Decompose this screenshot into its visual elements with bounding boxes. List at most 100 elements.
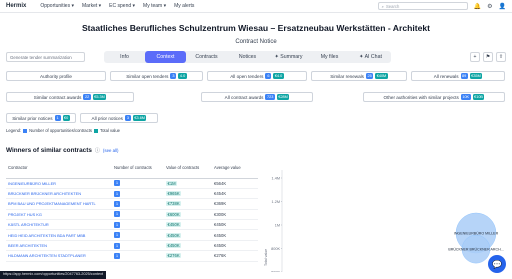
- column-header-average[interactable]: Average value: [212, 164, 258, 179]
- contractor-name-link[interactable]: BEER ARCHITEKTEN: [6, 240, 112, 252]
- similar-contract-awards-button[interactable]: Similar contract awards 22 €5.3M: [6, 92, 134, 102]
- all-prior-notices-button[interactable]: All prior notices 3 €3.6M: [80, 113, 158, 123]
- contractor-name-link[interactable]: HEID HEID ARCHITEKTEN BDA PART MBB: [6, 229, 112, 241]
- count-badge: 1: [114, 190, 120, 197]
- count-badge: 1: [114, 221, 120, 228]
- see-all-link[interactable]: (see all): [103, 148, 119, 153]
- contract-count: 1: [112, 188, 164, 200]
- all-contract-awards-button[interactable]: All contract awards 723 €28M: [201, 92, 313, 102]
- button-label: Authority profile: [40, 73, 72, 79]
- table-row[interactable]: HEID HEID ARCHITEKTEN BDA PART MBB 1 €450K…: [6, 229, 258, 241]
- contract-count: 1: [112, 209, 164, 221]
- contract-count: 1: [112, 250, 164, 262]
- contractor-name-link[interactable]: BRÜCKNER BRÜCKNER ARCHITEKTEN: [6, 188, 112, 200]
- contractor-name-link[interactable]: INGENIEURBÜRO MILLER: [6, 178, 112, 189]
- table-row[interactable]: KÄSTL ARCHITEKTUR 1 €450K €450K: [6, 219, 258, 231]
- tab-summary[interactable]: ✦ Summary: [268, 51, 309, 63]
- contract-count: 1: [112, 229, 164, 241]
- table-row[interactable]: BRÜCKNER BRÜCKNER ARCHITEKTEN 1 €965K €454K: [6, 188, 258, 200]
- value-badge: €0: [62, 115, 70, 121]
- chat-bubble-icon[interactable]: 💬: [488, 255, 506, 273]
- button-label: Similar contract awards: [33, 94, 82, 100]
- tab-info[interactable]: Info: [104, 51, 145, 63]
- app-logo[interactable]: Hermix: [6, 3, 26, 9]
- count-badge: 25: [365, 73, 374, 79]
- top-navbar: Hermix Opportunities ▾ Market ▾ EC spend…: [0, 0, 512, 13]
- similar-renewals-button[interactable]: Similar renewals 25 €40M: [311, 71, 407, 81]
- bubble-label: BRÜCKNER BRÜCKNER ARCH...: [448, 247, 503, 251]
- average-value: €564K: [212, 178, 258, 189]
- share-icon[interactable]: ⇪: [496, 52, 506, 62]
- contract-value: €738K: [164, 198, 212, 210]
- contractor-name-link[interactable]: KÄSTL ARCHITEKTUR: [6, 219, 112, 231]
- add-icon[interactable]: +: [470, 52, 480, 62]
- search-input[interactable]: ⌕ Search: [377, 2, 468, 10]
- legend-value-swatch: [93, 128, 98, 133]
- contract-value: €600K: [164, 209, 212, 221]
- tab-context[interactable]: Context: [145, 51, 186, 63]
- y-axis-label: Total value: [264, 249, 268, 266]
- all-open-tenders-button[interactable]: All open tenders 6 €4.0: [207, 71, 307, 81]
- authority-profile-button[interactable]: Authority profile: [6, 71, 106, 81]
- info-icon[interactable]: ⓘ: [95, 147, 100, 154]
- winners-section-heading: Winners of similar contracts ⓘ (see all): [6, 147, 119, 154]
- count-badge: 723: [265, 94, 275, 100]
- contract-count: 1: [112, 198, 164, 210]
- table-row[interactable]: HILDMANN ARCHITEKTEN STADTPLANER 1 €276K €2…: [6, 250, 258, 262]
- all-renewals-button[interactable]: All renewals 89 €35M: [411, 71, 505, 81]
- button-label: Similar renewals: [330, 73, 364, 79]
- table-header-row: Contractor Number of contracts Value of …: [6, 164, 258, 179]
- generate-summary-input[interactable]: Generate tender summarization: [6, 52, 85, 62]
- similar-open-tenders-button[interactable]: Similar open tenders 3 4.0: [110, 71, 203, 81]
- status-bar-url: https://app.hermix.com/opportunities/204…: [0, 271, 107, 279]
- count-badge: 1: [114, 242, 120, 249]
- count-badge: 1: [54, 115, 61, 121]
- average-value: €450K: [212, 219, 258, 231]
- other-authorities-button[interactable]: Other authorities with similar projects …: [363, 92, 505, 102]
- tab-notices[interactable]: Notices: [227, 51, 268, 63]
- contractor-name-link[interactable]: PROJEKT HUS KG: [6, 209, 112, 221]
- tab-my-files[interactable]: My files: [309, 51, 350, 63]
- tab-bar: Info Context Contracts Notices ✦ Summary…: [104, 51, 391, 63]
- settings-icon[interactable]: ⚙: [487, 3, 492, 10]
- contractor-name-link[interactable]: HILDMANN ARCHITEKTEN STADTPLANER: [6, 250, 112, 262]
- page-subtitle: Contract Notice: [235, 39, 277, 45]
- value-badge: €10B: [472, 94, 485, 100]
- value-badge: €28M: [276, 94, 290, 100]
- tab-contracts[interactable]: Contracts: [186, 51, 227, 63]
- nav-market[interactable]: Market ▾: [82, 3, 101, 9]
- page-title: Staatliches Berufliches Schulzentrum Wie…: [81, 23, 431, 33]
- count-badge: 1: [114, 232, 120, 239]
- similar-prior-notices-button[interactable]: Similar prior notices 1 €0: [6, 113, 76, 123]
- tab-ai-chat[interactable]: ✦ AI Chat: [350, 51, 391, 63]
- flag-icon[interactable]: ⚑: [483, 52, 493, 62]
- count-badge: 22: [83, 94, 91, 100]
- column-header-value[interactable]: Value of contracts: [164, 164, 212, 179]
- bubble-label: INGENIEURBÜRO MILLER: [454, 231, 499, 235]
- nav-my-team[interactable]: My team ▾: [143, 3, 166, 9]
- winners-table: Contractor Number of contracts Value of …: [6, 164, 258, 262]
- table-row[interactable]: INGENIEURBÜRO MILLER 1 €1M €564K: [6, 178, 258, 189]
- nav-opportunities[interactable]: Opportunities ▾: [40, 3, 74, 9]
- table-row[interactable]: BEER ARCHITEKTEN 1 €450K €450K: [6, 240, 258, 252]
- value-badge: €35M: [469, 73, 483, 79]
- legend-prefix: Legend:: [6, 128, 22, 133]
- contract-value: €450K: [164, 219, 212, 231]
- nav-ec-spend[interactable]: EC spend ▾: [109, 3, 135, 9]
- bell-icon[interactable]: 🔔: [474, 3, 481, 10]
- column-header-count[interactable]: Number of contracts: [112, 164, 164, 179]
- y-tick-label: 800K: [271, 247, 280, 251]
- nav-my-alerts[interactable]: My alerts: [174, 3, 194, 9]
- value-badge: €1M: [166, 180, 178, 186]
- value-badge: €600K: [166, 211, 182, 217]
- table-row[interactable]: PROJEKT HUS KG 1 €600K €300K: [6, 209, 258, 221]
- contractor-name-link[interactable]: BPM BAU UND PROJEKTMANAGEMENT HARTL: [6, 198, 112, 210]
- value-badge: 4.0: [178, 73, 187, 79]
- value-badge: €738K: [166, 201, 182, 207]
- average-value: €454K: [212, 188, 258, 200]
- table-row[interactable]: BPM BAU UND PROJEKTMANAGEMENT HARTL 1 €738…: [6, 198, 258, 210]
- count-badge: 6: [265, 73, 272, 79]
- column-header-contractor[interactable]: Contractor: [6, 164, 112, 179]
- y-tick-label: 1.2M: [272, 200, 280, 204]
- user-icon[interactable]: 👤: [499, 3, 506, 10]
